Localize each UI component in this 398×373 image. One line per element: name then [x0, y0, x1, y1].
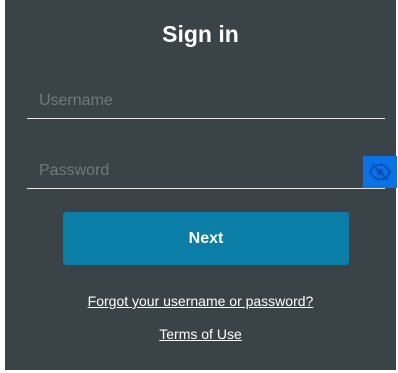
- sign-in-panel: Sign in Next Forgot your username or pas…: [5, 0, 397, 370]
- username-field-container: [27, 86, 385, 119]
- terms-of-use-link[interactable]: Terms of Use: [5, 326, 396, 342]
- toggle-password-visibility-button[interactable]: [363, 156, 397, 188]
- next-button[interactable]: Next: [63, 212, 349, 265]
- eye-slash-icon: [368, 163, 392, 181]
- password-field-container: [27, 156, 397, 189]
- forgot-credentials-link[interactable]: Forgot your username or password?: [5, 293, 396, 309]
- page-title: Sign in: [162, 21, 239, 47]
- password-input[interactable]: [39, 158, 339, 184]
- username-input[interactable]: [39, 88, 339, 114]
